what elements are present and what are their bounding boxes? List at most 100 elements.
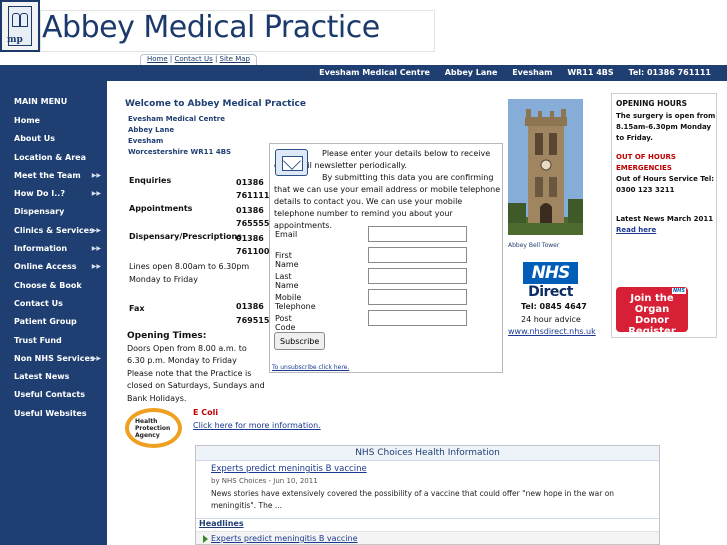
photo-caption: Abbey Bell Tower bbox=[508, 242, 560, 249]
submenu-arrow-icon: ▶▶ bbox=[91, 354, 101, 362]
organ-donor-banner[interactable]: NHS Join the Organ Donor Register bbox=[616, 287, 688, 337]
menu-item-choose-book[interactable]: Choose & Book bbox=[0, 277, 107, 295]
opening-times: Opening Times: Doors Open from 8.00 a.m.… bbox=[127, 330, 265, 405]
menu-item-dispensary[interactable]: Dispensary bbox=[0, 203, 107, 221]
menu-item-clinics[interactable]: Clinics & Services ▶▶ bbox=[0, 222, 107, 240]
envelope-icon bbox=[275, 149, 308, 176]
mobile-field[interactable] bbox=[368, 289, 467, 305]
play-arrow-icon bbox=[203, 535, 208, 543]
nhs-logo: NHS bbox=[523, 262, 578, 284]
fax-value: 01386 769515 bbox=[236, 302, 270, 325]
organ-donor-text: Join the Organ Donor Register bbox=[628, 293, 676, 337]
closed-text: Please note that the Practice is closed … bbox=[127, 368, 265, 403]
hpa-logo-text: Health Protection Agency bbox=[135, 418, 171, 439]
nhs-badge: NHS bbox=[672, 288, 686, 294]
ecoli-title: E Coli bbox=[193, 408, 219, 417]
menu-item-patient-group[interactable]: Patient Group bbox=[0, 313, 107, 331]
practice-logo[interactable]: mp bbox=[0, 0, 40, 52]
site-title: Abbey Medical Practice bbox=[42, 10, 380, 45]
practice-address: Evesham Medical Centre Abbey Lane Evesha… bbox=[128, 114, 231, 158]
menu-label: Online Access bbox=[14, 262, 77, 272]
menu-label: Home bbox=[14, 116, 40, 125]
menu-item-useful-websites[interactable]: Useful Websites bbox=[0, 405, 107, 423]
ooh-title: OUT OF HOURS EMERGENCIES bbox=[616, 153, 676, 172]
first-name-label: First Name bbox=[275, 251, 299, 269]
contact-label: Enquiries bbox=[129, 176, 172, 185]
email-label: Email bbox=[275, 230, 298, 239]
toplink-contact[interactable]: Contact Us bbox=[174, 55, 212, 63]
menu-label: How Do I..? bbox=[14, 189, 65, 199]
menu-label: Contact Us bbox=[14, 298, 63, 308]
menu-item-online-access[interactable]: Online Access ▶▶ bbox=[0, 258, 107, 276]
opening-title: Opening Times: bbox=[127, 331, 207, 341]
menu-item-location[interactable]: Location & Area bbox=[0, 149, 107, 167]
hpa-logo[interactable]: Health Protection Agency bbox=[125, 408, 182, 448]
menu-label: Location & Area bbox=[14, 152, 86, 162]
contact-row: Enquiries 01386 761111 bbox=[129, 176, 269, 204]
email-field[interactable] bbox=[368, 226, 467, 242]
menu-label: Useful Websites bbox=[14, 408, 87, 418]
page-title: Welcome to Abbey Medical Practice bbox=[125, 99, 306, 109]
site-header: mp Abbey Medical Practice Home | Contact… bbox=[0, 0, 727, 66]
menu-item-about-us[interactable]: About Us bbox=[0, 130, 107, 148]
address-line: Worcestershire WR11 4BS bbox=[128, 147, 231, 158]
menu-item-contact-us[interactable]: Contact Us bbox=[0, 295, 107, 313]
postcode-field[interactable] bbox=[368, 310, 467, 326]
postcode-label: Post Code bbox=[275, 314, 296, 332]
last-name-label: Last Name bbox=[275, 272, 299, 290]
info-tel: Tel: 01386 761111 bbox=[628, 68, 711, 77]
read-here-link[interactable]: Read here bbox=[616, 226, 656, 234]
submenu-arrow-icon: ▶▶ bbox=[91, 171, 101, 179]
menu-label: Non NHS Services bbox=[14, 353, 95, 363]
submenu-arrow-icon: ▶▶ bbox=[91, 263, 101, 271]
menu-item-trust-fund[interactable]: Trust Fund bbox=[0, 332, 107, 350]
logo-letters: mp bbox=[7, 35, 23, 45]
fax-label: Fax bbox=[129, 304, 145, 313]
last-name-field[interactable] bbox=[368, 268, 467, 284]
info-town: Evesham bbox=[512, 68, 553, 77]
contact-label: Dispensary/Prescriptions bbox=[129, 232, 242, 241]
info-bar: Evesham Medical Centre Abbey Lane Evesha… bbox=[0, 65, 727, 81]
menu-item-non-nhs[interactable]: Non NHS Services ▶▶ bbox=[0, 350, 107, 368]
menu-label: Useful Contacts bbox=[14, 390, 85, 400]
toplink-home[interactable]: Home bbox=[147, 55, 168, 63]
contact-value: 01386 761111 bbox=[236, 178, 270, 200]
headline-link[interactable]: Experts predict meningitis B vaccine bbox=[211, 534, 358, 543]
entry-title-link[interactable]: Experts predict meningitis B vaccine bbox=[211, 464, 659, 474]
postcode-link[interactable]: WR11 4BS bbox=[191, 148, 232, 156]
newsletter-signup: Please enter your details below to recei… bbox=[269, 143, 503, 373]
menu-item-home[interactable]: Home bbox=[0, 112, 107, 130]
ooh-body: Out of Hours Service Tel: bbox=[616, 175, 715, 183]
menu-item-meet-team[interactable]: Meet the Team ▶▶ bbox=[0, 167, 107, 185]
mobile-label: Mobile Telephone bbox=[275, 293, 316, 311]
nhs-direct-link[interactable]: www.nhsdirect.nhs.uk bbox=[508, 327, 596, 336]
menu-item-latest-news[interactable]: Latest News bbox=[0, 368, 107, 386]
menu-item-how-do-i[interactable]: How Do I..? ▶▶ bbox=[0, 185, 107, 203]
toplink-sitemap[interactable]: Site Map bbox=[220, 55, 250, 63]
menu-item-information[interactable]: Information ▶▶ bbox=[0, 240, 107, 258]
menu-label: Information bbox=[14, 244, 68, 254]
entry-meta: by NHS Choices - Jun 10, 2011 bbox=[211, 477, 318, 485]
headline-row[interactable]: Experts predict meningitis B vaccine bbox=[196, 531, 659, 544]
unsubscribe-link[interactable]: To unsubscribe click here. bbox=[272, 364, 349, 371]
ooh-tel: 0300 123 3211 bbox=[616, 186, 675, 194]
choices-title: NHS Choices Health Information bbox=[196, 446, 659, 461]
contact-value: 01386 761100 bbox=[236, 234, 270, 256]
contact-row: Appointments 01386 765555 bbox=[129, 204, 269, 232]
subscribe-button[interactable]: Subscribe bbox=[274, 332, 326, 350]
nhs-direct-logo[interactable]: NHS Direct bbox=[521, 262, 578, 300]
ecoli-info-link[interactable]: Click here for more information. bbox=[193, 421, 321, 430]
address-line: Evesham bbox=[128, 137, 164, 145]
first-name-field[interactable] bbox=[368, 247, 467, 263]
submenu-arrow-icon: ▶▶ bbox=[91, 245, 101, 253]
address-line: Abbey Lane bbox=[128, 126, 175, 134]
bell-tower-photo bbox=[508, 99, 583, 235]
headlines-label[interactable]: Headlines bbox=[199, 519, 244, 528]
menu-label: Choose & Book bbox=[14, 280, 82, 290]
main-menu: Home About Us Location & Area Meet the T… bbox=[0, 112, 107, 423]
nhs-direct-advice: 24 hour advice bbox=[521, 315, 581, 324]
nhs-choices-widget: NHS Choices Health Information Experts p… bbox=[195, 445, 660, 545]
contact-label: Appointments bbox=[129, 204, 193, 213]
menu-label: Latest News bbox=[14, 372, 70, 382]
menu-item-useful-contacts[interactable]: Useful Contacts bbox=[0, 386, 107, 404]
